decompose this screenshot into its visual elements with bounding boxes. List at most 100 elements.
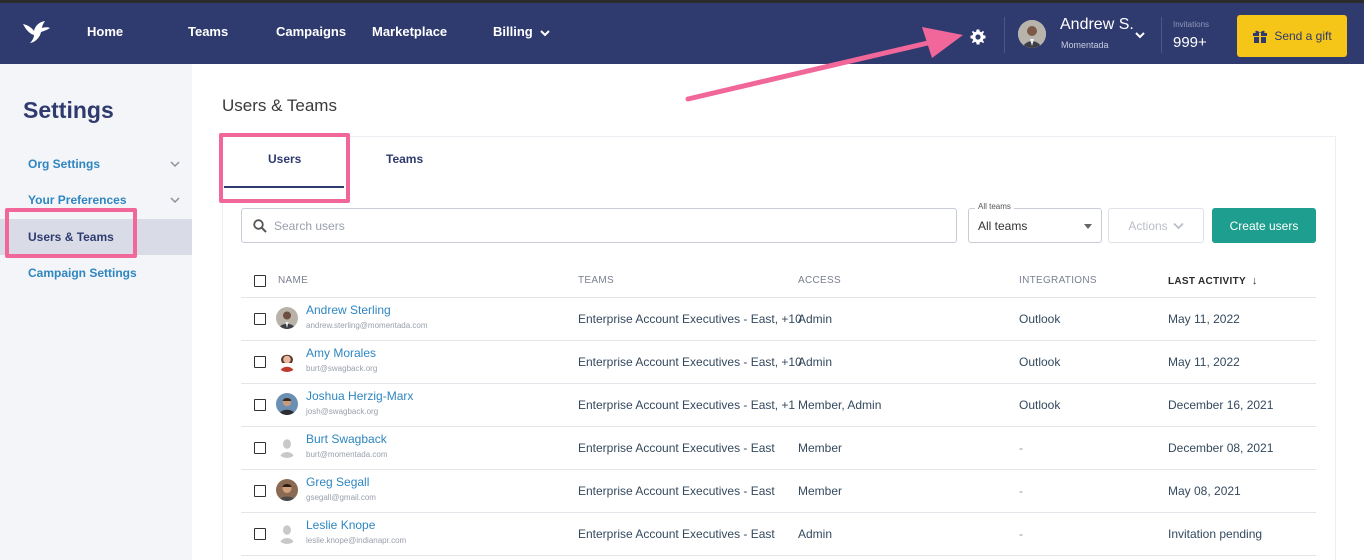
user-teams: Enterprise Account Executives - East (578, 484, 775, 498)
user-last-activity: May 08, 2021 (1168, 484, 1241, 498)
team-filter-value: All teams (978, 219, 1028, 233)
user-email: burt@momentada.com (306, 450, 388, 459)
user-org: Momentada (1061, 40, 1109, 50)
row-checkbox[interactable] (254, 356, 266, 368)
avatar (276, 479, 298, 501)
sidebar-title: Settings (23, 97, 114, 123)
user-access: Admin (798, 527, 833, 541)
user-name-link[interactable]: Burt Swagback (306, 432, 387, 446)
create-users-button[interactable]: Create users (1212, 208, 1316, 243)
send-gift-button[interactable]: Send a gift (1237, 15, 1347, 57)
avatar-placeholder (276, 436, 298, 458)
user-avatar-image (1018, 20, 1046, 48)
team-filter-select[interactable]: All teams All teams (968, 202, 1102, 243)
avatar (276, 307, 298, 329)
user-last-activity: May 11, 2022 (1168, 355, 1240, 369)
nav-campaigns[interactable]: Campaigns (276, 24, 346, 39)
highlight-users-tab (219, 133, 350, 203)
search-box[interactable] (241, 208, 957, 243)
user-access: Member, Admin (798, 398, 882, 412)
user-integrations: - (1019, 527, 1023, 541)
team-filter-legend: All teams (975, 202, 1014, 211)
gift-icon (1253, 30, 1268, 43)
invitations-label: Invitations (1173, 20, 1210, 29)
row-checkbox[interactable] (254, 528, 266, 540)
col-header-integrations[interactable]: INTEGRATIONS (1019, 275, 1097, 286)
user-teams: Enterprise Account Executives - East, +1… (578, 355, 802, 369)
user-integrations: Outlook (1019, 312, 1061, 326)
user-teams: Enterprise Account Executives - East, +1 (578, 398, 796, 412)
sidebar-item-label: Your Preferences (28, 193, 127, 207)
user-integrations: Outlook (1019, 355, 1061, 369)
user-name-link[interactable]: Andrew Sterling (306, 303, 391, 317)
select-all-checkbox[interactable] (254, 275, 266, 287)
row-checkbox[interactable] (254, 399, 266, 411)
user-teams: Enterprise Account Executives - East (578, 527, 775, 541)
table-row: Leslie Knope leslie.knope@indianapr.com … (0, 513, 1364, 556)
sidebar-item-org-settings[interactable]: Org Settings (0, 146, 192, 182)
nav-teams[interactable]: Teams (188, 24, 228, 39)
sidebar-item-label: Campaign Settings (28, 266, 137, 280)
col-header-teams[interactable]: TEAMS (578, 275, 614, 286)
nav-billing[interactable]: Billing (493, 24, 551, 39)
user-access: Admin (798, 312, 833, 326)
tab-teams[interactable]: Teams (386, 152, 423, 166)
nav-divider (1004, 17, 1005, 53)
col-header-last-activity[interactable]: LAST ACTIVITY ↓ (1168, 275, 1258, 287)
top-nav: Home Teams Campaigns Marketplace Billing… (0, 0, 1364, 64)
row-checkbox[interactable] (254, 442, 266, 454)
col-header-access[interactable]: ACCESS (798, 275, 841, 286)
user-access: Admin (798, 355, 833, 369)
create-users-label: Create users (1229, 218, 1299, 233)
nav-home[interactable]: Home (87, 24, 123, 39)
user-name[interactable]: Andrew S. (1060, 16, 1134, 34)
table-row: Greg Segall gsegall@gmail.com Enterprise… (0, 470, 1364, 513)
nav-divider (1161, 17, 1162, 53)
avatar-placeholder (276, 522, 298, 544)
search-input[interactable] (274, 217, 934, 235)
chevron-down-icon (1173, 222, 1184, 229)
sort-arrow-down-icon: ↓ (1251, 275, 1258, 287)
user-last-activity: December 16, 2021 (1168, 398, 1274, 412)
user-name-link[interactable]: Joshua Herzig-Marx (306, 389, 413, 403)
user-integrations: - (1019, 484, 1023, 498)
chevron-down-icon (170, 197, 180, 204)
send-gift-label: Send a gift (1274, 29, 1332, 43)
sidebar-item-label: Org Settings (28, 157, 101, 171)
avatar (276, 350, 298, 372)
invitations-count[interactable]: 999+ (1173, 34, 1207, 51)
user-email: leslie.knope@indianapr.com (306, 536, 407, 545)
table-row: Amy Morales burt@swagback.org Enterprise… (0, 341, 1364, 384)
user-access: Member (798, 441, 843, 455)
user-integrations: Outlook (1019, 398, 1061, 412)
avatar (276, 393, 298, 415)
user-teams: Enterprise Account Executives - East (578, 441, 775, 455)
sidebar-item-campaign-settings[interactable]: Campaign Settings (0, 255, 192, 291)
gear-icon[interactable] (970, 29, 986, 45)
user-name-link[interactable]: Leslie Knope (306, 518, 375, 532)
table-row: Joshua Herzig-Marx josh@swagback.org Ent… (0, 384, 1364, 427)
caret-down-icon (1084, 224, 1092, 229)
user-last-activity: May 11, 2022 (1168, 312, 1240, 326)
highlight-users-teams-nav (5, 208, 137, 258)
nav-marketplace[interactable]: Marketplace (372, 24, 447, 39)
search-icon (253, 219, 267, 233)
bird-logo-icon[interactable] (20, 16, 52, 48)
user-email: josh@swagback.org (306, 407, 379, 416)
chevron-down-icon (540, 29, 551, 36)
user-name-link[interactable]: Greg Segall (306, 475, 369, 489)
row-checkbox[interactable] (254, 485, 266, 497)
user-email: burt@swagback.org (306, 364, 378, 373)
user-access: Member (798, 484, 843, 498)
user-avatar[interactable] (1018, 20, 1046, 48)
chevron-down-icon (170, 161, 180, 168)
page-title: Users & Teams (222, 96, 337, 115)
user-name-link[interactable]: Amy Morales (306, 346, 376, 360)
user-integrations: - (1019, 441, 1023, 455)
user-menu-chevron-icon[interactable] (1135, 31, 1145, 39)
user-last-activity: Invitation pending (1168, 527, 1263, 541)
actions-button[interactable]: Actions (1108, 208, 1204, 243)
table-row: Burt Swagback burt@momentada.com Enterpr… (0, 427, 1364, 470)
row-checkbox[interactable] (254, 313, 266, 325)
col-header-name[interactable]: NAME (278, 275, 308, 286)
